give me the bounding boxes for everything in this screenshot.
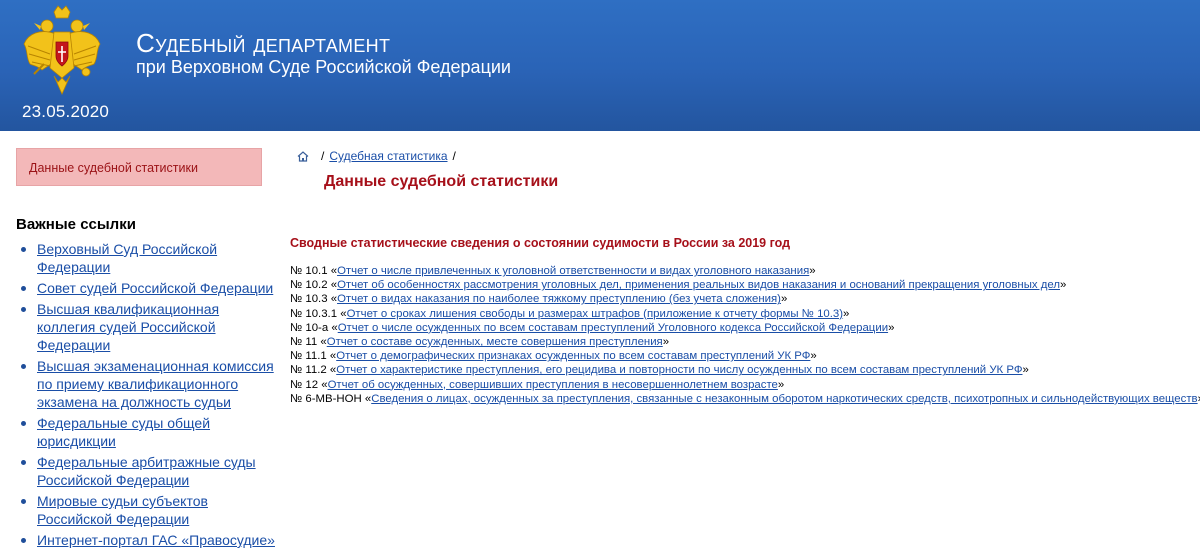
report-link[interactable]: Сведения о лицах, осужденных за преступл… [371, 393, 1197, 405]
site-header: 23.05.2020 Судебный департамент при Верх… [0, 0, 1200, 131]
list-item: № 10-а «Отчет о числе осужденных по всем… [290, 321, 895, 334]
report-link[interactable]: Отчет о демографических признаках осужде… [336, 350, 810, 362]
sidebar-active-item[interactable]: Данные судебной статистики [16, 148, 262, 186]
eagle-emblem-icon[interactable] [20, 4, 104, 100]
link-council-of-judges[interactable]: Совет судей Российской Федерации [37, 280, 273, 296]
list-item: № 10.3 «Отчет о видах наказания по наибо… [290, 293, 788, 306]
report-number: № 11.2 [290, 364, 327, 377]
section-title: Сводные статистические сведения о состоя… [290, 236, 791, 250]
report-link[interactable]: Отчет о видах наказания по наиболее тяжк… [337, 293, 781, 305]
report-link[interactable]: Отчет о сроках лишения свободы и размера… [347, 308, 843, 320]
list-item: № 11.2 «Отчет о характеристике преступле… [290, 364, 1029, 377]
bullet-icon [21, 421, 26, 426]
link-qualification-board[interactable]: Высшая квалификационная коллегия судей Р… [37, 301, 219, 353]
report-number: № 12 [290, 378, 319, 391]
list-item: № 10.2 «Отчет об особенностях рассмотрен… [290, 279, 1067, 292]
bullet-icon [21, 460, 26, 465]
important-links-heading: Важные ссылки [16, 216, 136, 233]
site-title[interactable]: Судебный департамент [136, 28, 390, 59]
link-arbitration-courts[interactable]: Федеральные арбитражные суды Российской … [37, 454, 256, 488]
link-general-courts[interactable]: Федеральные суды общей юрисдикции [37, 415, 210, 449]
report-number: № 10.2 [290, 279, 328, 292]
list-item: № 6-МВ-НОН «Сведения о лицах, осужденных… [290, 392, 1200, 405]
link-exam-commission[interactable]: Высшая экзаменационная комиссия по прием… [37, 358, 274, 410]
link-magistrates[interactable]: Мировые судьи субъектов Российской Федер… [37, 493, 208, 527]
list-item: № 11.1 «Отчет о демографических признака… [290, 350, 817, 363]
bullet-icon [21, 364, 26, 369]
report-number: № 10.3 [290, 293, 328, 306]
list-item: Мировые судьи субъектов Российской Федер… [16, 492, 276, 528]
report-number: № 10.1 [290, 265, 328, 277]
list-item: Высшая квалификационная коллегия судей Р… [16, 300, 276, 354]
bullet-icon [21, 538, 26, 543]
breadcrumb-separator: / [452, 149, 456, 163]
list-item: № 10.3.1 «Отчет о сроках лишения свободы… [290, 307, 850, 320]
page-title: Данные судебной статистики [324, 173, 559, 190]
report-number: № 11.1 [290, 350, 327, 363]
list-item: Интернет-портал ГАС «Правосудие» [16, 531, 276, 549]
breadcrumb: / Судебная статистика / [297, 149, 461, 163]
bullet-icon [21, 286, 26, 291]
list-item: № 12 «Отчет об осужденных, совершивших п… [290, 378, 785, 391]
site-subtitle[interactable]: при Верховном Суде Российской Федерации [136, 57, 511, 78]
list-item: Верховный Суд Российской Федерации [16, 240, 276, 276]
report-link[interactable]: Отчет о составе осужденных, месте соверш… [327, 336, 663, 348]
link-gas-pravosudie[interactable]: Интернет-портал ГАС «Правосудие» [37, 532, 275, 548]
list-item: № 11 «Отчет о составе осужденных, месте … [290, 336, 670, 349]
list-item: Совет судей Российской Федерации [16, 279, 276, 297]
report-number: № 11 [290, 336, 318, 349]
bullet-icon [21, 307, 26, 312]
bullet-icon [21, 499, 26, 504]
report-link[interactable]: Отчет об особенностях рассмотрения уголо… [337, 279, 1060, 291]
header-date: 23.05.2020 [22, 102, 110, 121]
reports-list: № 10.1 «Отчет о числе привлеченных к уго… [290, 264, 1200, 406]
report-link[interactable]: Отчет о характеристике преступления, его… [336, 364, 1022, 376]
list-item: Высшая экзаменационная комиссия по прием… [16, 357, 276, 411]
report-number: № 6-МВ-НОН [290, 392, 362, 405]
report-number: № 10.3.1 [290, 307, 338, 320]
list-item: № 10.1 «Отчет о числе привлеченных к уго… [290, 265, 816, 277]
report-link[interactable]: Отчет об осужденных, совершивших преступ… [328, 379, 778, 391]
home-icon[interactable] [297, 150, 309, 162]
report-number: № 10-а [290, 321, 329, 334]
report-link[interactable]: Отчет о числе привлеченных к уголовной о… [337, 265, 809, 277]
report-link[interactable]: Отчет о числе осужденных по всем состава… [338, 322, 888, 334]
important-links-list: Верховный Суд Российской Федерации Совет… [16, 240, 276, 552]
link-supreme-court[interactable]: Верховный Суд Российской Федерации [37, 241, 217, 275]
bullet-icon [21, 247, 26, 252]
list-item: Федеральные арбитражные суды Российской … [16, 453, 276, 489]
list-item: Федеральные суды общей юрисдикции [16, 414, 276, 450]
breadcrumb-item-judicial-statistics[interactable]: Судебная статистика [329, 149, 447, 163]
breadcrumb-separator: / [321, 149, 325, 163]
